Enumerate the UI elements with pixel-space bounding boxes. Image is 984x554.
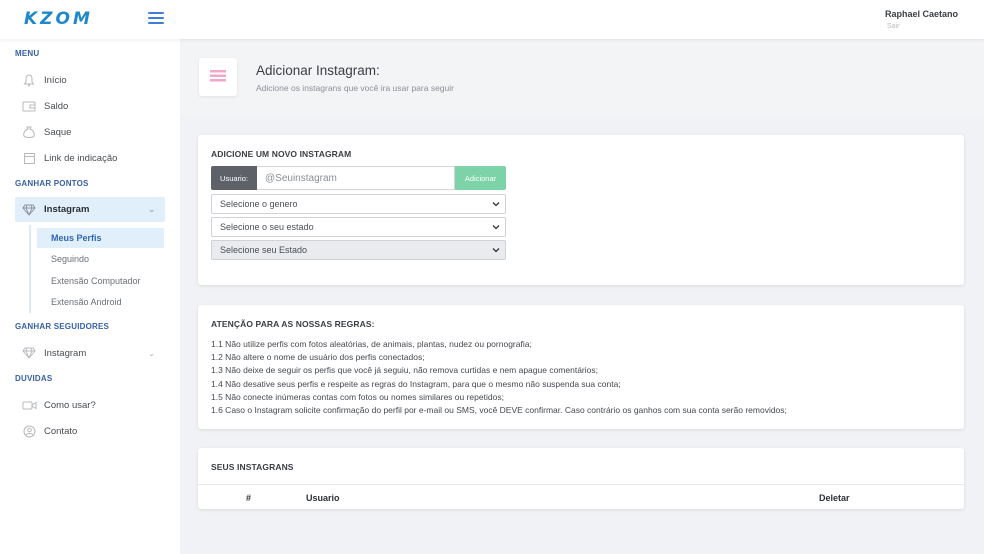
sidebar-item-label: Contato: [44, 425, 78, 437]
rule-item: 1.3 Não deixe de seguir os perfis que vo…: [211, 365, 598, 376]
page-icon-box: [199, 58, 237, 96]
submenu-extensao-android[interactable]: Extensão Android: [37, 292, 164, 312]
section-ganhar-seguidores: GANHAR SEGUIDORES: [15, 322, 110, 331]
sidebar-item-label: Saldo: [44, 100, 69, 112]
sidebar-item-como-usar[interactable]: Como usar?: [15, 394, 165, 416]
sidebar: MENU Início Saldo Saque Link de indicaçã…: [0, 39, 180, 554]
add-button[interactable]: Adicionar: [455, 166, 506, 190]
page-title: Adicionar Instagram:: [256, 63, 380, 78]
username-input-group: Usuario: @Seuinstagram Adicionar: [211, 166, 506, 190]
hamburger-menu-icon[interactable]: [148, 12, 164, 24]
rule-item: 1.1 Não utilize perfis com fotos aleatór…: [211, 339, 532, 349]
submenu-extensao-computador[interactable]: Extensão Computador: [37, 271, 164, 291]
section-duvidas: DUVIDAS: [15, 374, 53, 383]
sidebar-item-label: Saque: [44, 126, 72, 138]
chevron-down-icon: [492, 248, 500, 253]
link-icon: [21, 151, 37, 165]
username-label: Usuario:: [211, 166, 257, 190]
top-bar: KZOM Raphael Caetano Sair: [0, 0, 984, 39]
card-title: ADICIONE UM NOVO INSTAGRAM: [211, 149, 352, 159]
sidebar-item-contato[interactable]: Contato: [15, 420, 165, 442]
submenu-line: [29, 225, 31, 313]
chevron-down-icon: [492, 225, 500, 230]
username-input[interactable]: @Seuinstagram: [257, 166, 455, 190]
rules-card: ATENÇÃO PARA AS NOSSAS REGRAS: 1.1 Não u…: [198, 305, 964, 429]
rule-item: 1.4 Não desative seus perfis e respeite …: [211, 378, 621, 389]
logo[interactable]: KZOM: [24, 9, 93, 29]
sidebar-item-inicio[interactable]: Início: [15, 69, 165, 91]
sidebar-item-saldo[interactable]: Saldo: [15, 95, 165, 117]
submenu-seguindo[interactable]: Seguindo: [37, 249, 164, 269]
sidebar-item-instagram-seguidores[interactable]: Instagram ⌄: [15, 342, 165, 364]
rules-list: 1.1 Não utilize perfis com fotos aleatór…: [211, 338, 787, 417]
state-select-value: Selecione o seu estado: [220, 222, 314, 232]
submenu-meus-perfis[interactable]: Meus Perfis: [37, 228, 164, 248]
gender-select-value: Selecione o genero: [220, 199, 298, 209]
sidebar-item-link-indicacao[interactable]: Link de indicação: [15, 147, 165, 169]
contact-icon: [21, 424, 37, 438]
section-ganhar-pontos: GANHAR PONTOS: [15, 179, 89, 188]
bell-icon: [21, 73, 37, 87]
diamond-icon: [21, 203, 37, 217]
chevron-down-icon: ⌄: [148, 205, 155, 214]
page-subtitle: Adicione os instagrans que você ira usar…: [256, 83, 454, 93]
column-header-deletar: Deletar: [819, 493, 850, 503]
sidebar-item-label: Instagram: [44, 347, 87, 359]
table-title: SEUS INSTAGRANS: [211, 462, 294, 472]
gender-select[interactable]: Selecione o genero: [211, 194, 506, 214]
diamond-icon: [21, 346, 37, 360]
section-menu: MENU: [15, 49, 40, 58]
logout-link[interactable]: Sair: [887, 23, 899, 30]
instagrams-table-card: SEUS INSTAGRANS # Usuario Deletar: [198, 448, 964, 509]
state-select-secondary-value: Selecione seu Estado: [220, 245, 308, 255]
state-select-secondary[interactable]: Selecione seu Estado: [211, 240, 506, 260]
user-name[interactable]: Raphael Caetano: [885, 9, 958, 19]
sidebar-item-saque[interactable]: Saque: [15, 121, 165, 143]
page-header: Adicionar Instagram: Adicione os instagr…: [180, 39, 984, 117]
video-icon: [21, 398, 37, 412]
sidebar-item-label: Como usar?: [44, 399, 96, 411]
state-select[interactable]: Selecione o seu estado: [211, 217, 506, 237]
rule-item: 1.5 Não conecte inúmeras contas com foto…: [211, 391, 504, 402]
column-header-number: #: [246, 493, 252, 503]
sidebar-item-label: Instagram: [44, 204, 90, 215]
sidebar-item-label: Início: [44, 74, 67, 86]
sidebar-item-label: Link de indicação: [44, 152, 118, 164]
chevron-down-icon: ⌄: [148, 348, 155, 358]
chevron-down-icon: [492, 202, 500, 207]
rules-title: ATENÇÃO PARA AS NOSSAS REGRAS:: [211, 319, 375, 329]
wallet-icon: [21, 99, 37, 113]
table-header-row: # Usuario Deletar: [198, 484, 964, 509]
list-icon: [209, 69, 227, 86]
money-bag-icon: [21, 125, 37, 139]
add-instagram-card: ADICIONE UM NOVO INSTAGRAM Usuario: @Seu…: [198, 135, 964, 285]
rule-item: 1.2 Não altere o nome de usuário dos per…: [211, 352, 425, 363]
column-header-usuario: Usuario: [306, 493, 340, 503]
sidebar-item-instagram-pontos[interactable]: Instagram ⌄: [15, 197, 165, 222]
rule-item: 1.6 Caso o Instagram solicite confirmaçã…: [211, 405, 787, 416]
